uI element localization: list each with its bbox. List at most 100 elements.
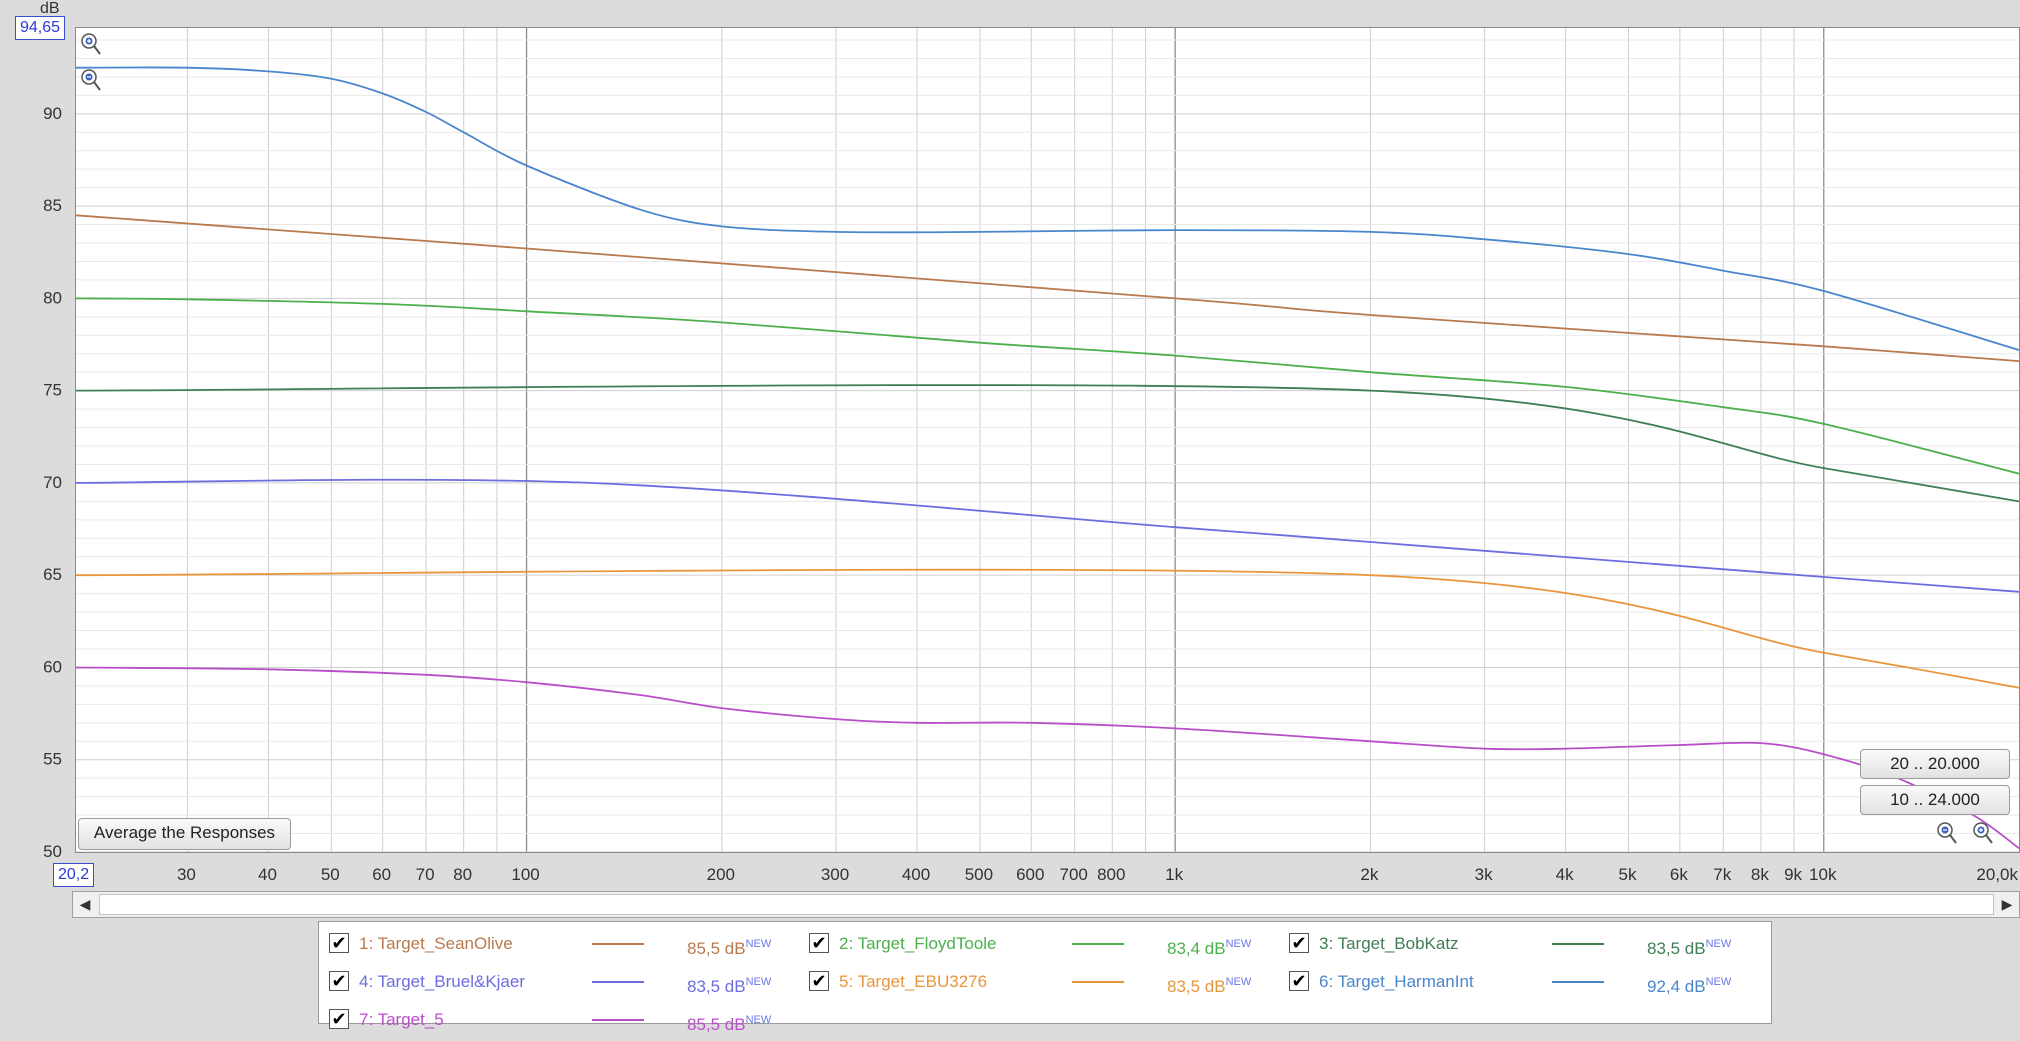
y-tick-label: 90 [43,104,62,123]
legend-series-name: 3: Target_BobKatz [1319,934,1459,953]
x-tick-label: 9k [1784,865,1802,884]
y-tick-label: 50 [43,842,62,861]
legend-series-value: 83,4 dBNEW [1167,938,1252,958]
horizontal-scrollbar[interactable]: ◀ ▶ [72,891,2020,918]
x-tick-label: 80 [453,865,472,884]
x-tick-label: 3k [1475,865,1493,884]
series-layer [76,66,2019,850]
x-tick-label: 40 [258,865,277,884]
zoom-out-x-icon[interactable] [1936,821,1958,847]
legend-series-name: 4: Target_Bruel&Kjaer [359,972,526,991]
y-tick-label: 75 [43,381,62,400]
x-tick-label: 30 [177,865,196,884]
legend-new-badge: NEW [1705,976,1732,988]
plot-area[interactable]: Average the Responses 20 .. 20.000 10 ..… [75,27,2020,853]
legend-new-badge: NEW [745,976,772,988]
legend-checkbox[interactable]: ✔ [1289,933,1309,953]
legend-checkbox[interactable]: ✔ [809,933,829,953]
legend-series-name: 1: Target_SeanOlive [359,934,513,953]
series-line-6 [76,66,2019,351]
scroll-thumb[interactable] [99,894,1994,915]
y-tick-label: 55 [43,750,62,769]
legend-series-value: 85,5 dBNEW [687,938,772,958]
grid-layer [76,28,2019,852]
legend-checkbox[interactable]: ✔ [329,933,349,953]
x-tick-label: 300 [821,865,849,884]
scroll-left-icon[interactable]: ◀ [73,892,97,917]
x-tick-label: 100 [511,865,539,884]
legend-series-name: 5: Target_EBU3276 [839,972,988,991]
series-line-1 [76,214,2019,362]
x-tick-label: 5k [1619,865,1637,884]
x-tick-label: 20,0k [1976,865,2018,884]
range-20-20000-button[interactable]: 20 .. 20.000 [1860,749,2010,779]
legend-item[interactable]: ✔ 7: Target_5 85,5 dBNEW [327,1004,807,1036]
x-tick-label: 50 [321,865,340,884]
legend-new-badge: NEW [745,1014,772,1026]
legend-swatch [592,981,644,983]
x-tick-label: 6k [1670,865,1688,884]
legend-checkbox[interactable]: ✔ [329,1009,349,1029]
legend-swatch [592,943,644,945]
range-10-24000-button[interactable]: 10 .. 24.000 [1860,785,2010,815]
zoom-out-icon[interactable] [80,68,102,94]
legend-item[interactable]: ✔ 6: Target_HarmanInt 92,4 dBNEW [1287,966,1767,998]
legend-swatch [592,1019,644,1021]
y-tick-label: 60 [43,657,62,676]
legend-checkbox[interactable]: ✔ [809,971,829,991]
y-tick-label: 85 [43,196,62,215]
legend-checkbox[interactable]: ✔ [329,971,349,991]
x-tick-label: 4k [1556,865,1574,884]
x-tick-label: 600 [1016,865,1044,884]
legend-item[interactable]: ✔ 5: Target_EBU3276 83,5 dBNEW [807,966,1287,998]
legend-new-badge: NEW [745,938,772,950]
legend-checkbox[interactable]: ✔ [1289,971,1309,991]
x-tick-label: 700 [1059,865,1087,884]
legend-series-name: 7: Target_5 [359,1010,444,1029]
series-line-7 [76,666,2019,850]
x-tick-label: 800 [1097,865,1125,884]
legend-series-name: 6: Target_HarmanInt [1319,972,1474,991]
legend-swatch [1552,943,1604,945]
y-max-range-box[interactable]: 94,65 [15,16,66,40]
legend-item[interactable]: ✔ 1: Target_SeanOlive 85,5 dBNEW [327,928,807,960]
legend-series-value: 83,5 dBNEW [1167,976,1252,996]
legend-series-value: 83,5 dBNEW [1647,938,1732,958]
legend-series-value: 85,5 dBNEW [687,1014,772,1034]
legend-series-value: 83,5 dBNEW [687,976,772,996]
x-tick-label: 200 [707,865,735,884]
legend-swatch [1072,943,1124,945]
legend-item[interactable]: ✔ 2: Target_FloydToole 83,4 dBNEW [807,928,1287,960]
y-tick-label: 70 [43,473,62,492]
legend-item[interactable]: ✔ 4: Target_Bruel&Kjaer 83,5 dBNEW [327,966,807,998]
y-tick-label: 80 [43,288,62,307]
legend-swatch [1072,981,1124,983]
legend-series-name: 2: Target_FloydToole [839,934,997,953]
x-min-range-box[interactable]: 20,2 [53,863,95,887]
x-tick-label: 400 [902,865,930,884]
legend-item[interactable]: ✔ 3: Target_BobKatz 83,5 dBNEW [1287,928,1767,960]
average-responses-button[interactable]: Average the Responses [78,818,291,850]
x-tick-label: 500 [965,865,993,884]
x-tick-label: 7k [1713,865,1731,884]
y-tick-labels: 50 55 60 65 70 75 80 85 90 [43,104,62,861]
series-line-3 [76,384,2019,503]
frequency-response-chart [76,28,2019,852]
legend-new-badge: NEW [1705,938,1732,950]
legend-swatch [1552,981,1604,983]
zoom-in-icon[interactable] [80,32,102,58]
x-tick-label: 10k [1809,865,1837,884]
series-line-5 [76,568,2019,689]
x-tick-label: 70 [416,865,435,884]
legend-panel: ✔ 1: Target_SeanOlive 85,5 dBNEW ✔ 2: Target… [318,921,1772,1034]
x-tick-label: 2k [1360,865,1378,884]
legend-new-badge: NEW [1225,976,1252,988]
legend-new-badge: NEW [1225,938,1252,950]
zoom-in-x-icon[interactable] [1972,821,1994,847]
x-tick-label: 1k [1165,865,1183,884]
scroll-right-icon[interactable]: ▶ [1995,892,2019,917]
x-tick-label: 8k [1751,865,1769,884]
legend-series-value: 92,4 dBNEW [1647,976,1732,996]
x-tick-labels: 30 40 50 60 70 80 100 200 300 400 500 600 700 800 1k 2k… [177,865,2019,884]
x-tick-label: 60 [372,865,391,884]
